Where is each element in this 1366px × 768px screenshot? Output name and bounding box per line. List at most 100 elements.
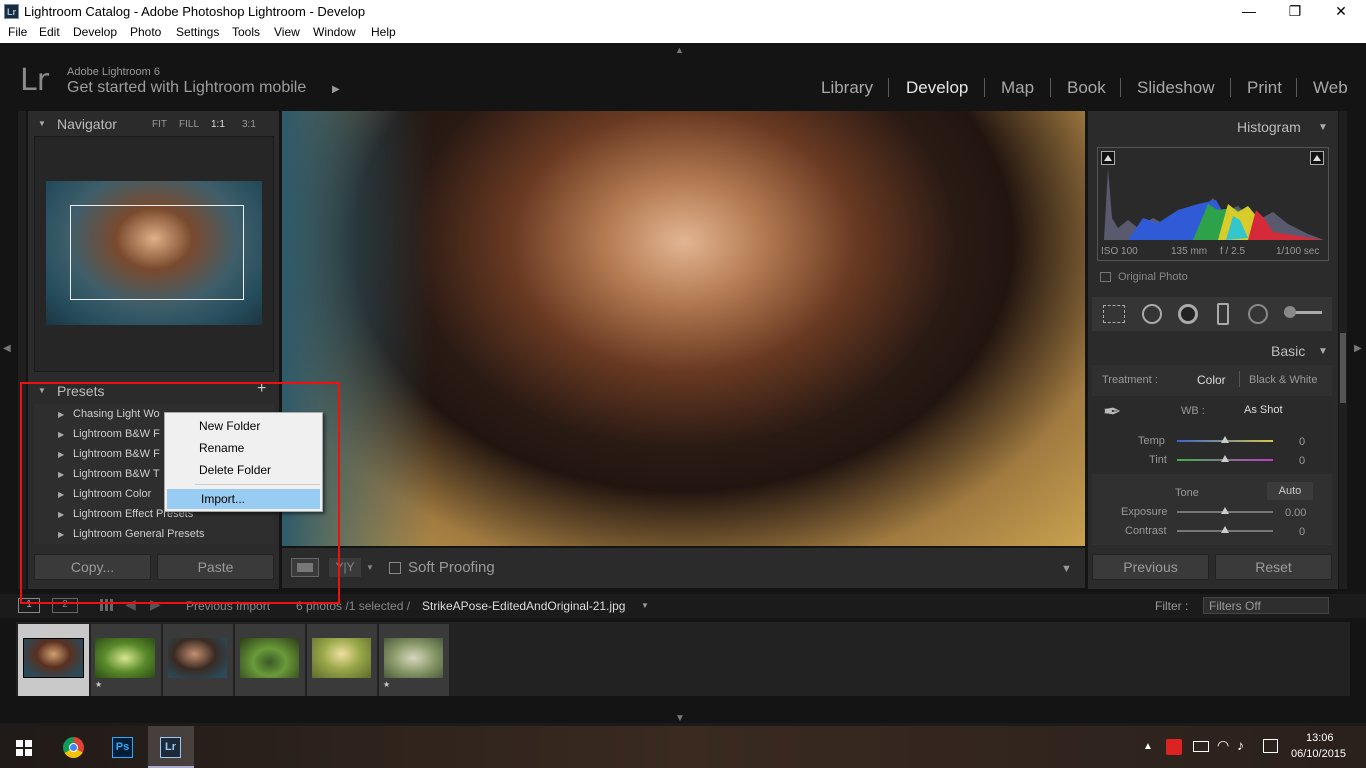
show-hidden-icons[interactable]: ▲: [1143, 741, 1153, 752]
navigator-preview[interactable]: [34, 136, 274, 372]
menu-develop[interactable]: Develop: [73, 25, 117, 39]
tint-value[interactable]: 0: [1299, 455, 1305, 467]
wb-select[interactable]: As Shot: [1244, 404, 1283, 416]
temp-value[interactable]: 0: [1299, 436, 1305, 448]
exposure-slider[interactable]: [1177, 507, 1273, 514]
navigator-viewport-box[interactable]: [70, 205, 244, 300]
chrome-icon[interactable]: [63, 737, 84, 758]
treatment-color[interactable]: Color: [1197, 373, 1226, 387]
right-panel-toggle-icon[interactable]: ▶: [1354, 343, 1362, 354]
treatment-bw[interactable]: Black & White: [1249, 374, 1317, 386]
module-library[interactable]: Library: [821, 78, 873, 98]
collapse-histogram-icon[interactable]: ▼: [1318, 122, 1328, 133]
iso-value: ISO 100: [1101, 246, 1138, 257]
shadow-clipping-icon[interactable]: [1101, 151, 1115, 165]
temp-slider[interactable]: [1177, 436, 1273, 443]
basic-panel: Treatment : Color Black & White ✒ WB : A…: [1092, 365, 1332, 545]
toolbar-options-icon[interactable]: ▼: [1061, 563, 1072, 575]
close-button[interactable]: ✕: [1318, 0, 1364, 23]
right-scrollbar[interactable]: [1339, 111, 1347, 589]
develop-toolbar: [282, 548, 1085, 588]
mobile-link[interactable]: Get started with Lightroom mobile: [67, 79, 306, 97]
module-map[interactable]: Map: [1001, 78, 1034, 98]
lr-logo: Lr: [20, 63, 50, 98]
menu-settings[interactable]: Settings: [176, 25, 219, 39]
reset-button[interactable]: Reset: [1215, 554, 1332, 580]
thumbnail-cell[interactable]: [307, 624, 377, 696]
thumbnail-cell-selected[interactable]: [18, 624, 89, 696]
histogram[interactable]: ISO 100 135 mm f / 2.5 1/100 sec: [1097, 147, 1329, 261]
windows-start-icon[interactable]: [16, 740, 32, 756]
lightroom-taskbar-button[interactable]: Lr: [148, 726, 194, 768]
menu-help[interactable]: Help: [371, 25, 396, 39]
brand-name: Adobe Lightroom 6: [67, 66, 160, 78]
treatment-separator: [1239, 371, 1240, 387]
collapse-filmstrip-icon[interactable]: ▼: [675, 713, 685, 724]
graduated-filter-icon[interactable]: [1217, 303, 1229, 325]
zoom-fill[interactable]: FILL: [179, 119, 199, 130]
contrast-slider[interactable]: [1177, 526, 1273, 533]
exposure-value[interactable]: 0.00: [1285, 507, 1306, 519]
module-develop[interactable]: Develop: [906, 78, 968, 98]
filename-dropdown-icon[interactable]: ▼: [641, 601, 649, 610]
module-separator: [984, 78, 985, 97]
minimize-button[interactable]: —: [1226, 0, 1272, 23]
soft-proofing-label: Soft Proofing: [408, 559, 495, 576]
collapse-top-icon[interactable]: ▲: [675, 45, 684, 55]
module-web[interactable]: Web: [1313, 78, 1348, 98]
battery-icon[interactable]: [1193, 741, 1209, 752]
menu-file[interactable]: File: [8, 25, 27, 39]
current-filename[interactable]: StrikeAPose-EditedAndOriginal-21.jpg: [422, 599, 625, 613]
tint-slider[interactable]: [1177, 455, 1273, 462]
compare-dropdown-icon[interactable]: ▼: [366, 563, 374, 572]
menu-window[interactable]: Window: [313, 25, 356, 39]
restore-button[interactable]: ❐: [1272, 0, 1318, 23]
aperture-value: f / 2.5: [1220, 246, 1246, 257]
zoom-3to1[interactable]: 3:1: [242, 119, 256, 130]
thumbnail-cell[interactable]: ★: [379, 624, 449, 696]
wb-label: WB :: [1181, 405, 1205, 417]
original-photo-checkbox[interactable]: [1100, 272, 1111, 282]
notifications-icon[interactable]: [1263, 739, 1278, 753]
soft-proofing-checkbox[interactable]: [389, 562, 401, 574]
wb-eyedropper-icon[interactable]: ✒: [1103, 399, 1121, 425]
radial-filter-icon[interactable]: [1248, 304, 1268, 324]
zoom-fit[interactable]: FIT: [152, 119, 167, 130]
exposure-label: Exposure: [1121, 506, 1168, 518]
auto-tone-button[interactable]: Auto: [1267, 482, 1313, 500]
clock-time[interactable]: 13:06: [1306, 732, 1334, 744]
previous-button[interactable]: Previous: [1092, 554, 1209, 580]
crop-tool-icon[interactable]: [1103, 305, 1125, 323]
menu-photo[interactable]: Photo: [130, 25, 161, 39]
volume-icon[interactable]: ♪: [1237, 737, 1244, 753]
left-panel-toggle-icon[interactable]: ◀: [3, 343, 11, 354]
play-arrow-icon: ▶: [332, 84, 340, 95]
collapse-basic-icon[interactable]: ▼: [1318, 346, 1328, 357]
navigator-title: Navigator: [57, 116, 117, 132]
module-separator: [1050, 78, 1051, 97]
histogram-title: Histogram: [1237, 119, 1301, 135]
photoshop-icon[interactable]: Ps: [112, 737, 133, 758]
module-book[interactable]: Book: [1067, 78, 1106, 98]
collapse-navigator-icon[interactable]: ▼: [38, 119, 46, 128]
module-slideshow[interactable]: Slideshow: [1137, 78, 1215, 98]
shutter-value: 1/100 sec: [1276, 246, 1320, 257]
contrast-value[interactable]: 0: [1299, 526, 1305, 538]
thumbnail-cell[interactable]: ★: [91, 624, 161, 696]
temp-label: Temp: [1138, 435, 1165, 447]
acrobat-tray-icon[interactable]: [1166, 739, 1182, 755]
highlight-clipping-icon[interactable]: [1310, 151, 1324, 165]
adjustment-brush-icon[interactable]: [1284, 306, 1322, 318]
spot-removal-icon[interactable]: [1142, 304, 1162, 324]
filter-select[interactable]: Filters Off: [1203, 597, 1329, 614]
zoom-1to1[interactable]: 1:1: [211, 119, 225, 130]
clock-date[interactable]: 06/10/2015: [1291, 748, 1346, 760]
menu-view[interactable]: View: [274, 25, 300, 39]
thumbnail-cell[interactable]: [235, 624, 305, 696]
menu-edit[interactable]: Edit: [39, 25, 60, 39]
thumbnail-cell[interactable]: [163, 624, 233, 696]
wifi-icon[interactable]: ◠: [1217, 737, 1229, 754]
menu-tools[interactable]: Tools: [232, 25, 260, 39]
module-print[interactable]: Print: [1247, 78, 1282, 98]
red-eye-icon[interactable]: [1178, 304, 1198, 324]
